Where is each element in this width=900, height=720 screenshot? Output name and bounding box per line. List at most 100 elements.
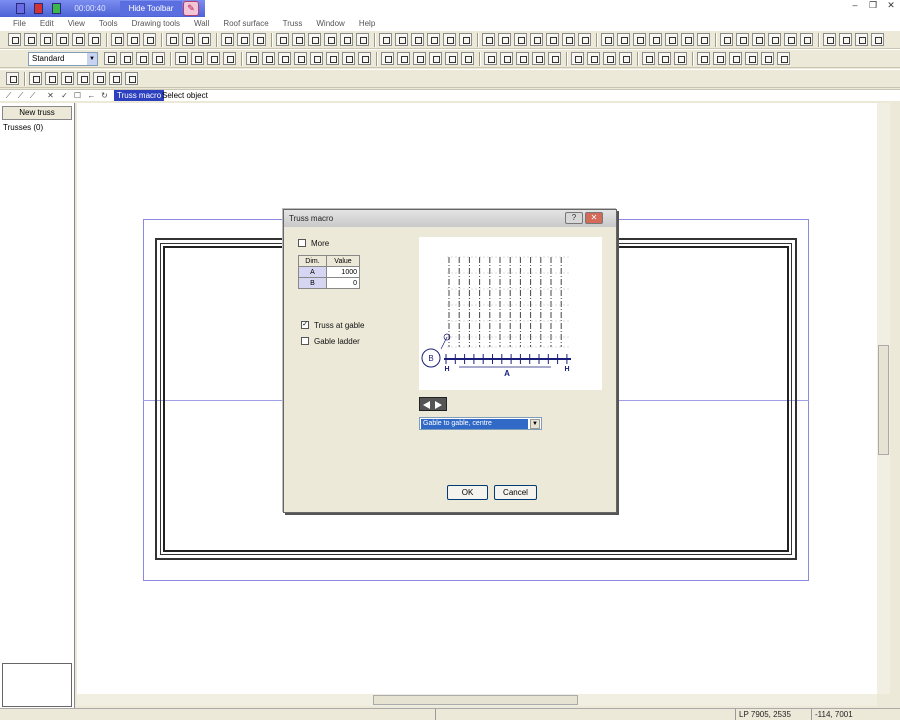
tool-icon[interactable] [500, 52, 513, 65]
tool-icon[interactable] [381, 52, 394, 65]
tool-icon[interactable] [308, 33, 321, 46]
gable-ladder-checkbox[interactable] [301, 337, 309, 345]
snap-line-icon[interactable]: ⟋ [16, 91, 25, 100]
options-icon[interactable]: ☐ [73, 91, 82, 100]
cancel-button[interactable]: Cancel [494, 485, 537, 500]
tool-icon[interactable] [93, 72, 106, 85]
tool-icon[interactable] [104, 52, 117, 65]
minimize-icon[interactable]: – [848, 0, 862, 11]
new-truss-button[interactable]: New truss [2, 106, 72, 120]
truss-at-gable-checkbox[interactable]: ✓ [301, 321, 309, 329]
stop-icon[interactable] [34, 3, 43, 14]
tool-icon[interactable] [603, 52, 616, 65]
menu-tools[interactable]: Tools [92, 17, 125, 30]
draw-tool-icon[interactable]: ✎ [183, 1, 199, 16]
tool-icon[interactable] [619, 52, 632, 65]
tool-icon[interactable] [658, 52, 671, 65]
tool-icon[interactable] [443, 33, 456, 46]
tool-icon[interactable] [356, 33, 369, 46]
tool-icon[interactable] [784, 33, 797, 46]
horizontal-scroll-thumb[interactable] [373, 695, 578, 705]
tool-icon[interactable] [736, 33, 749, 46]
tool-icon[interactable] [310, 52, 323, 65]
save-icon[interactable] [40, 33, 53, 46]
menu-edit[interactable]: Edit [33, 17, 61, 30]
tool-icon[interactable] [642, 52, 655, 65]
tool-icon[interactable] [152, 52, 165, 65]
tool-icon[interactable] [262, 52, 275, 65]
tool-icon[interactable] [127, 33, 140, 46]
tool-icon[interactable] [175, 52, 188, 65]
tool-icon[interactable] [674, 52, 687, 65]
trusses-tree-item[interactable]: Trusses (0) [3, 123, 43, 132]
tool-icon[interactable] [143, 33, 156, 46]
tool-icon[interactable] [198, 33, 211, 46]
type-cycle-button[interactable] [419, 397, 447, 411]
table-row[interactable]: B 0 [298, 277, 360, 289]
tool-icon[interactable] [532, 52, 545, 65]
tool-icon[interactable] [29, 72, 42, 85]
pause-icon[interactable] [16, 3, 25, 14]
tool-icon[interactable] [713, 52, 726, 65]
more-checkbox[interactable] [298, 239, 306, 247]
style-select[interactable]: Standard ▼ [28, 52, 98, 66]
tool-icon[interactable] [292, 33, 305, 46]
back-icon[interactable]: ← [87, 91, 96, 100]
menu-view[interactable]: View [61, 17, 92, 30]
snap-icon[interactable]: ⟋ [4, 91, 13, 100]
tool-icon[interactable] [752, 33, 765, 46]
restore-icon[interactable]: ❐ [866, 0, 880, 11]
tool-icon[interactable] [516, 52, 529, 65]
close-icon[interactable]: ✕ [884, 0, 898, 11]
tool-icon[interactable] [166, 33, 179, 46]
tool-icon[interactable] [729, 52, 742, 65]
tool-icon[interactable] [823, 33, 836, 46]
tool-icon[interactable] [125, 72, 138, 85]
snap-end-icon[interactable]: ⟋ [28, 91, 37, 100]
tool-icon[interactable] [697, 52, 710, 65]
menu-drawing-tools[interactable]: Drawing tools [125, 17, 187, 30]
tool-icon[interactable] [720, 33, 733, 46]
tool-icon[interactable] [745, 52, 758, 65]
menu-help[interactable]: Help [352, 17, 382, 30]
tool-icon[interactable] [482, 33, 495, 46]
tool-icon[interactable] [207, 52, 220, 65]
tool-icon[interactable] [223, 52, 236, 65]
tool-icon[interactable] [459, 33, 472, 46]
tool-icon[interactable] [768, 33, 781, 46]
tool-icon[interactable] [276, 33, 289, 46]
tool-icon[interactable] [633, 33, 646, 46]
tool-icon[interactable] [413, 52, 426, 65]
menu-truss[interactable]: Truss [276, 17, 310, 30]
tool-icon[interactable] [855, 33, 868, 46]
tool-icon[interactable] [326, 52, 339, 65]
tool-icon[interactable] [530, 33, 543, 46]
tool-icon[interactable] [253, 33, 266, 46]
tool-icon[interactable] [649, 33, 662, 46]
tool-icon[interactable] [379, 33, 392, 46]
tool-icon[interactable] [571, 52, 584, 65]
tool-icon[interactable] [294, 52, 307, 65]
tool-icon[interactable] [237, 33, 250, 46]
tool-icon[interactable] [427, 33, 440, 46]
tool-icon[interactable] [871, 33, 884, 46]
menu-wall[interactable]: Wall [187, 17, 216, 30]
tool-icon[interactable] [800, 33, 813, 46]
tool-icon[interactable] [397, 52, 410, 65]
tool-icon[interactable] [617, 33, 630, 46]
accept-icon[interactable]: ✓ [60, 91, 69, 100]
tool-icon[interactable] [681, 33, 694, 46]
tool-icon[interactable] [61, 72, 74, 85]
tool-icon[interactable] [109, 72, 122, 85]
tool-icon[interactable] [45, 72, 58, 85]
tool-icon[interactable] [111, 33, 124, 46]
tool-icon[interactable] [461, 52, 474, 65]
tool-icon[interactable] [548, 52, 561, 65]
help-icon[interactable]: ? [565, 212, 583, 224]
tool-icon[interactable] [777, 52, 790, 65]
tool-icon[interactable] [601, 33, 614, 46]
hide-toolbar-button[interactable]: Hide Toolbar [120, 1, 182, 16]
tool-icon[interactable] [395, 33, 408, 46]
ok-button[interactable]: OK [447, 485, 488, 500]
table-row[interactable]: A 1000 [298, 266, 360, 278]
